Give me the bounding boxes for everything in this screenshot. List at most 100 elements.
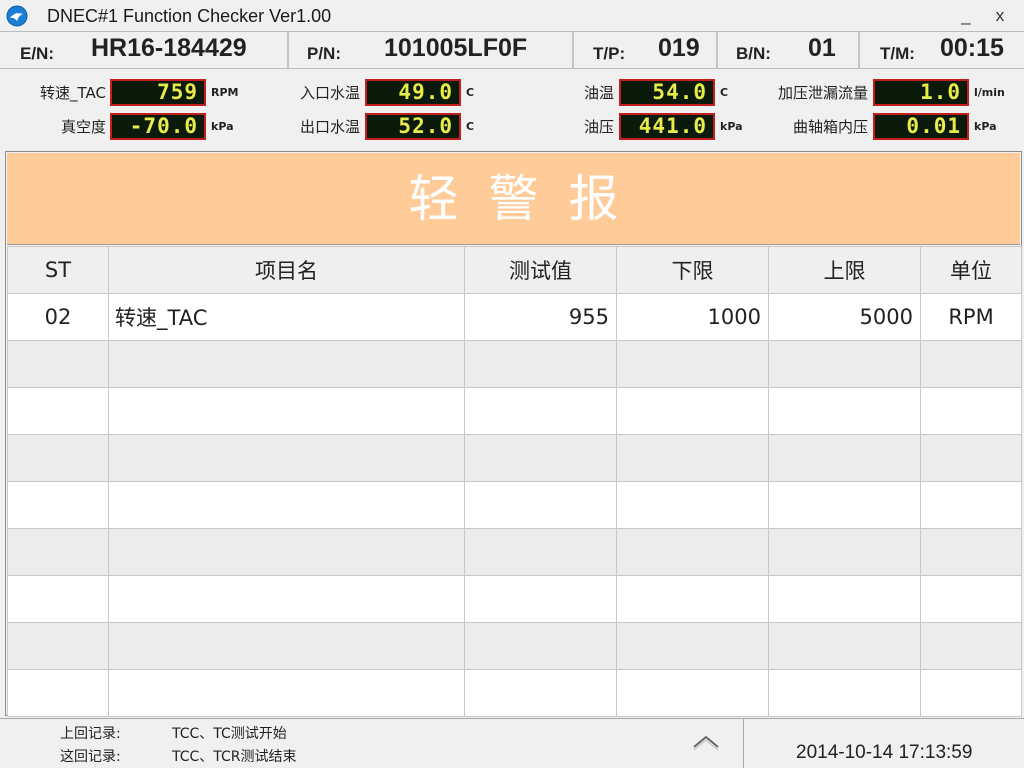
cell-unit — [920, 340, 1022, 388]
cell-test-value — [464, 434, 617, 482]
cell-unit — [920, 387, 1022, 435]
gauge-unit: C — [466, 120, 475, 133]
gauge-label: 出口水温 — [299, 118, 360, 136]
table-row[interactable]: 02 转速_TAC 955 1000 5000 RPM — [7, 293, 1022, 341]
info-cell-engine-number: E/N: HR16-184429 — [0, 32, 289, 68]
gauge-value: 49.0 — [398, 80, 453, 104]
window-title: DNEC#1 Function Checker Ver1.00 — [47, 6, 332, 26]
column-header[interactable]: 单位 — [920, 246, 1022, 294]
cell-item-name — [108, 528, 465, 576]
cell-upper-limit — [768, 575, 921, 623]
cell-unit — [920, 575, 1022, 623]
gauge-unit: kPa — [974, 120, 997, 133]
current-record-text: TCC、TCR测试结束 — [172, 749, 297, 765]
info-cell-tm: T/M: 00:15 — [860, 32, 1024, 68]
minimize-button[interactable]: _ — [951, 3, 981, 29]
info-label: T/M: — [880, 44, 915, 63]
cell-lower-limit — [616, 434, 769, 482]
cell-item-name — [108, 481, 465, 529]
cell-test-value — [464, 387, 617, 435]
cell-lower-limit — [616, 622, 769, 670]
column-header[interactable]: 下限 — [616, 246, 769, 294]
datetime-display: 2014-10-14 17:13:59 — [796, 742, 973, 763]
chevron-up-icon[interactable] — [690, 733, 722, 751]
cell-upper-limit — [768, 481, 921, 529]
table-row[interactable] — [7, 528, 1022, 576]
table-row[interactable] — [7, 434, 1022, 482]
info-label: B/N: — [736, 44, 771, 63]
gauge-value: 441.0 — [638, 114, 707, 138]
info-value: 101005LF0F — [384, 34, 528, 62]
cell-lower-limit — [616, 669, 769, 717]
table-row[interactable] — [7, 669, 1022, 717]
previous-record-label: 上回记录: — [60, 726, 121, 742]
info-label: T/P: — [593, 44, 626, 63]
gauge-value: -70.0 — [129, 114, 198, 138]
table-row[interactable] — [7, 340, 1022, 388]
cell-st — [7, 481, 109, 529]
info-value: HR16-184429 — [91, 34, 247, 62]
alarm-banner: 轻警报 — [7, 153, 1020, 245]
cell-test-value — [464, 622, 617, 670]
cell-item-name — [108, 387, 465, 435]
cell-unit — [920, 481, 1022, 529]
gauge-unit: kPa — [720, 120, 743, 133]
cell-st — [7, 575, 109, 623]
status-divider — [743, 719, 744, 768]
info-value: 00:15 — [940, 34, 1004, 62]
gauge-label: 真空度 — [60, 118, 106, 136]
gauge-unit: kPa — [211, 120, 234, 133]
previous-record-text: TCC、TC测试开始 — [172, 726, 287, 742]
cell-test-value — [464, 669, 617, 717]
info-cell-part-number: P/N: 101005LF0F — [289, 32, 574, 68]
column-header[interactable]: 测试值 — [464, 246, 617, 294]
gauge-label: 油压 — [583, 118, 614, 136]
gauge-unit: C — [466, 86, 475, 99]
info-label: P/N: — [307, 44, 341, 63]
cell-lower-limit: 1000 — [616, 293, 769, 341]
cell-lower-limit — [616, 481, 769, 529]
gauge-label: 入口水温 — [299, 84, 360, 102]
cell-unit — [920, 528, 1022, 576]
table-row[interactable] — [7, 575, 1022, 623]
column-header[interactable]: ST — [7, 246, 109, 294]
cell-test-value — [464, 340, 617, 388]
cell-item-name — [108, 669, 465, 717]
info-bar: E/N: HR16-184429 P/N: 101005LF0F T/P: 01… — [0, 31, 1024, 69]
table-header-row: ST 项目名 测试值 下限 上限 单位 — [7, 246, 1022, 294]
table-row[interactable] — [7, 387, 1022, 435]
gauge-value: 0.01 — [906, 114, 961, 138]
cell-item-name — [108, 340, 465, 388]
cell-st — [7, 387, 109, 435]
gauge-display-inlet-temp: 49.0 — [365, 79, 461, 106]
cell-st — [7, 434, 109, 482]
cell-item-name: 转速_TAC — [108, 293, 465, 341]
info-cell-bn: B/N: 01 — [718, 32, 860, 68]
column-header[interactable]: 项目名 — [108, 246, 465, 294]
cell-st — [7, 622, 109, 670]
gauge-value: 52.0 — [398, 114, 453, 138]
close-button[interactable]: x — [985, 3, 1015, 29]
info-value: 019 — [658, 34, 700, 62]
alarm-title: 轻警报 — [408, 170, 649, 228]
gauge-display-outlet-temp: 52.0 — [365, 113, 461, 140]
gauge-panel: 转速_TAC 759 RPM 入口水温 49.0 C 油温 54.0 C 加压泄… — [0, 69, 1024, 149]
gauge-unit: C — [720, 86, 729, 99]
table-row[interactable] — [7, 481, 1022, 529]
title-bar: DNEC#1 Function Checker Ver1.00 _ x — [0, 0, 1024, 31]
cell-st — [7, 669, 109, 717]
cell-unit — [920, 434, 1022, 482]
cell-upper-limit — [768, 340, 921, 388]
gauge-unit: l/min — [974, 86, 1005, 99]
gauge-label: 曲轴箱内压 — [792, 118, 868, 136]
cell-lower-limit — [616, 575, 769, 623]
column-header[interactable]: 上限 — [768, 246, 921, 294]
table-row[interactable] — [7, 622, 1022, 670]
cell-test-value — [464, 575, 617, 623]
cell-upper-limit — [768, 387, 921, 435]
gauge-label: 转速_TAC — [40, 84, 106, 102]
alarm-table: ST 项目名 测试值 下限 上限 单位 02 转速_TAC 955 1000 5… — [7, 246, 1022, 717]
gauge-display-vacuum: -70.0 — [110, 113, 206, 140]
cell-lower-limit — [616, 528, 769, 576]
cell-st: 02 — [7, 293, 109, 341]
